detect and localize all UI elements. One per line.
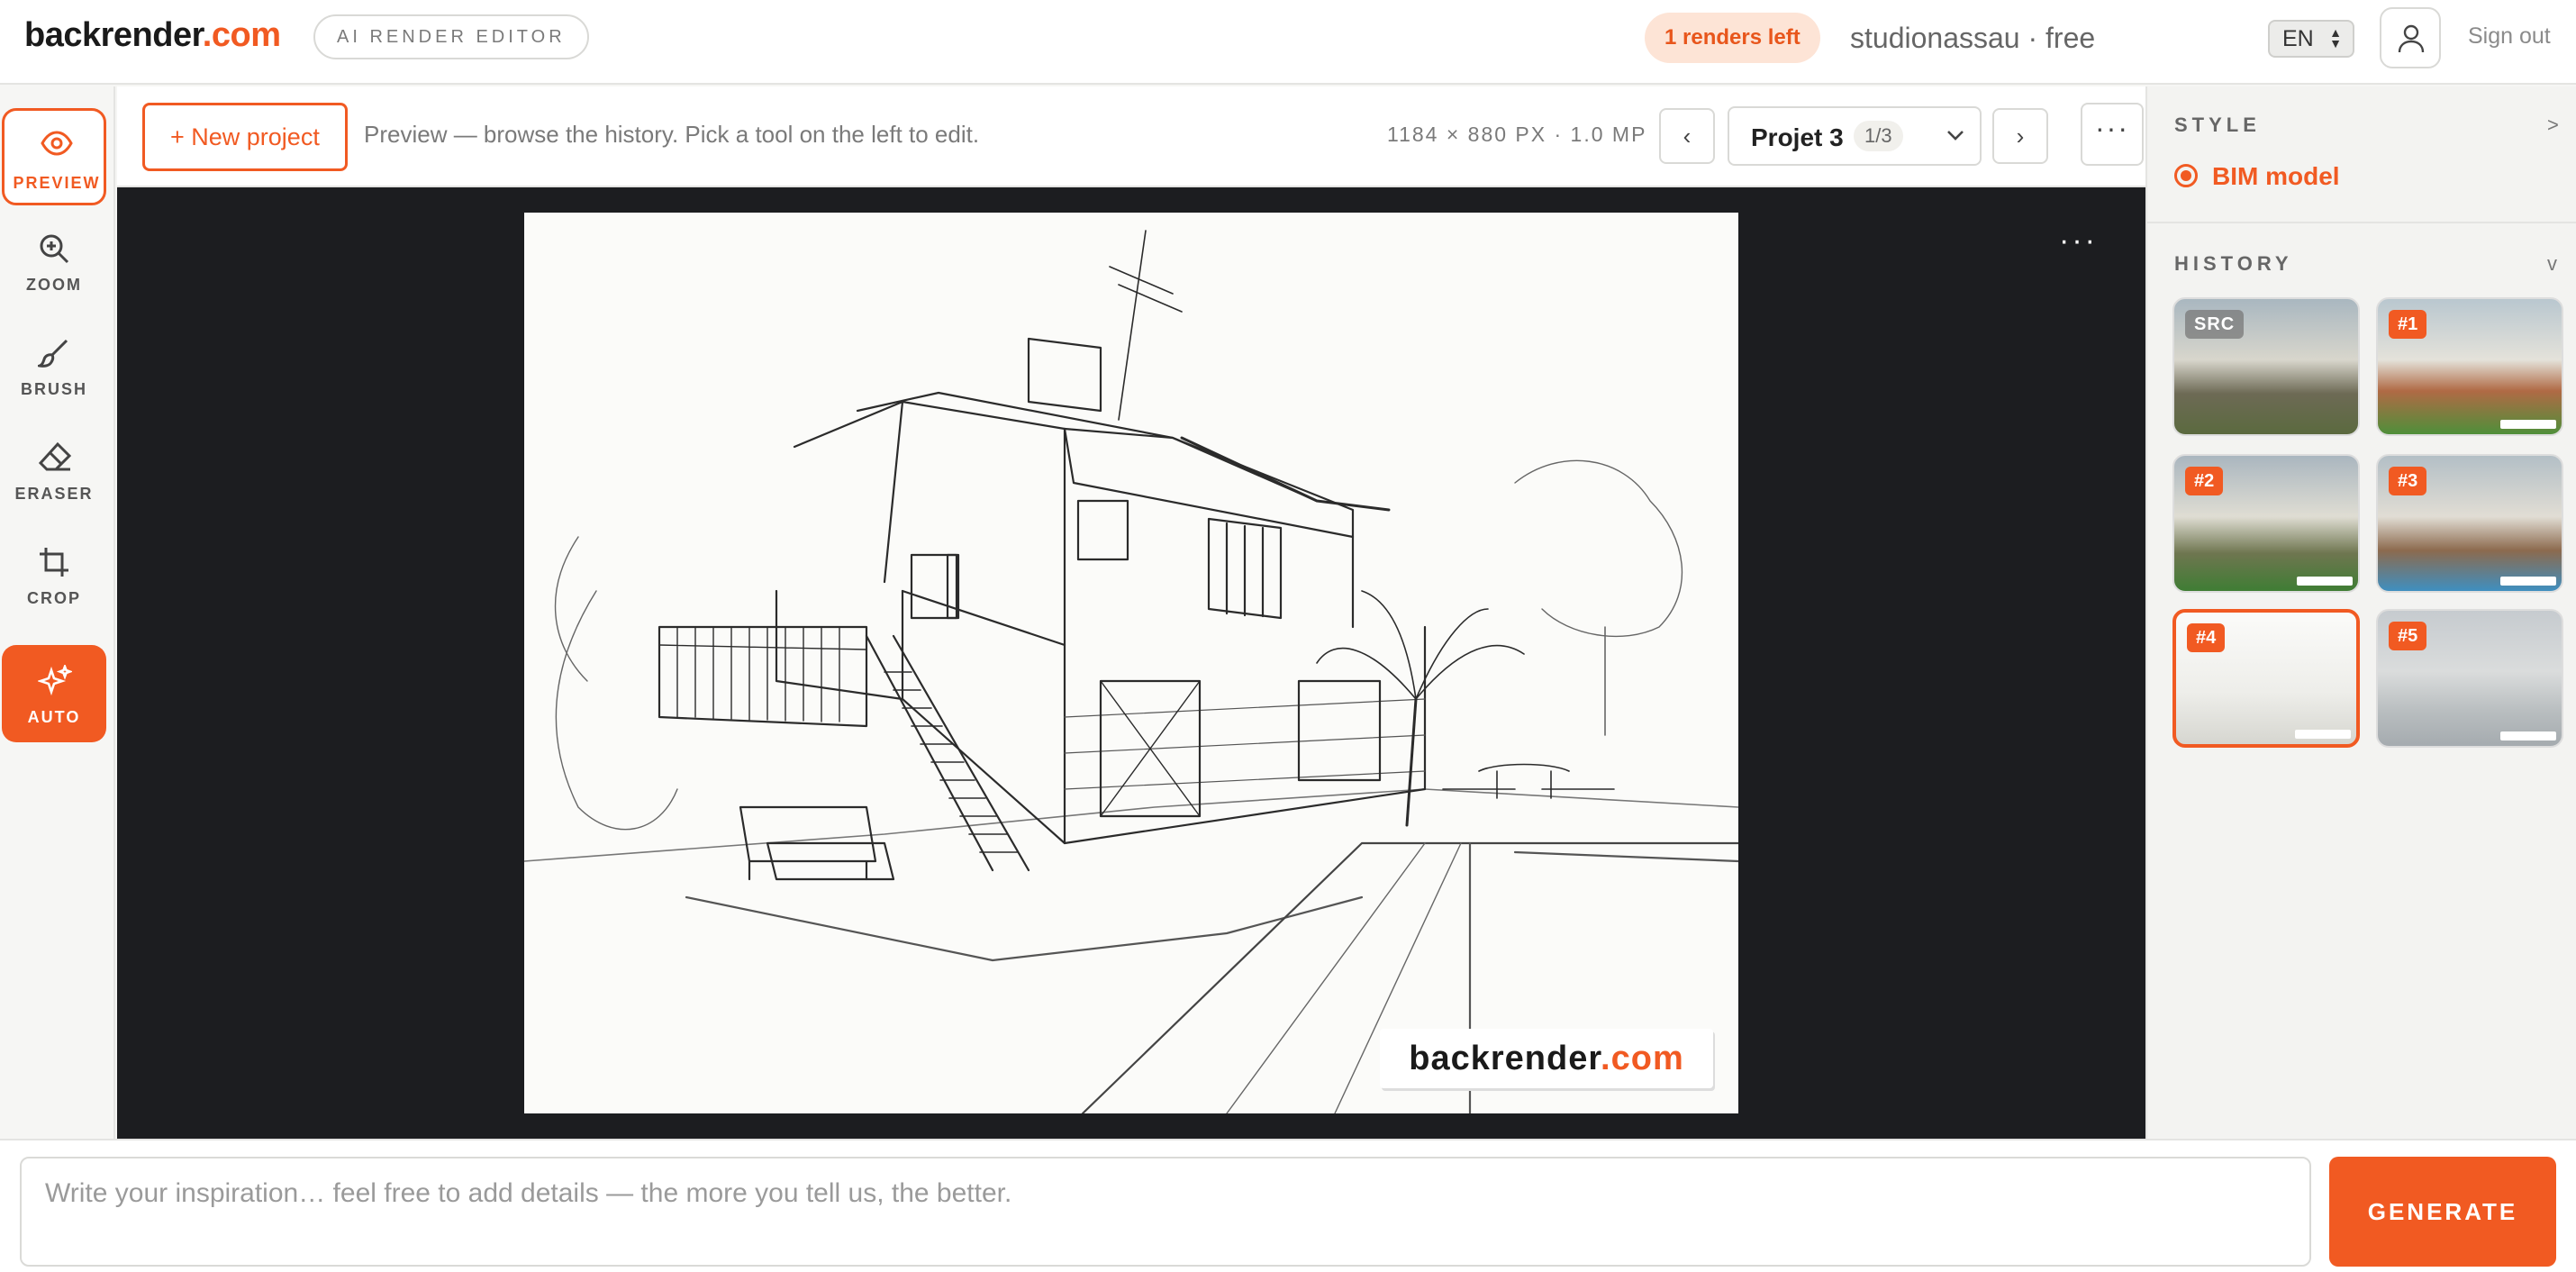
thumb-watermark	[2500, 577, 2556, 586]
language-value: EN	[2282, 26, 2314, 51]
crop-icon	[40, 548, 68, 577]
logo[interactable]: backrender.com	[24, 16, 281, 55]
tool-label: AUTO	[27, 708, 81, 726]
thumb-watermark	[2297, 577, 2353, 586]
zoom-in-icon	[40, 234, 69, 264]
history-section-title: HISTORY	[2174, 252, 2293, 275]
language-select[interactable]: EN ▲ ▼	[2268, 20, 2354, 58]
account-label: studionassau · free	[1850, 22, 2096, 54]
history-tag: SRC	[2185, 310, 2245, 339]
project-name: Projet 3	[1751, 123, 1844, 151]
history-tag: #3	[2389, 467, 2427, 495]
history-thumb-5[interactable]: #5	[2376, 609, 2563, 748]
canvas-more-button[interactable]: ···	[2059, 223, 2098, 259]
history-tag: #5	[2389, 622, 2427, 650]
expand-arrow-icon[interactable]: >	[2547, 114, 2559, 137]
image-dimensions: 1184 × 880 PX · 1.0 MP	[1387, 123, 1647, 146]
user-button[interactable]	[2380, 7, 2441, 68]
thumb-watermark	[2500, 731, 2556, 740]
project-count-badge: 1/3	[1854, 121, 1903, 151]
tool-label: ZOOM	[26, 276, 82, 294]
house-sketch	[524, 230, 1738, 1113]
chevron-down-icon	[1947, 131, 1964, 141]
tool-label: BRUSH	[20, 380, 87, 398]
divider	[2147, 222, 2576, 223]
tool-zoom[interactable]: ZOOM	[2, 213, 106, 310]
tool-label: CROP	[26, 589, 81, 607]
prompt-bar: GENERATE	[0, 1139, 2576, 1272]
collapse-arrow-icon[interactable]: v	[2547, 252, 2557, 276]
brush-icon	[38, 339, 68, 368]
thumb-watermark	[2500, 420, 2556, 429]
watermark-tld: .com	[1601, 1040, 1684, 1077]
tool-brush[interactable]: BRUSH	[2, 317, 106, 414]
editor-toolbar: + New project Preview — browse the histo…	[117, 86, 2145, 187]
mode-hint: Preview — browse the history. Pick a too…	[364, 121, 980, 148]
history-thumb-4-selected[interactable]: #4	[2172, 609, 2360, 748]
generate-button[interactable]: GENERATE	[2329, 1157, 2556, 1267]
style-section-title: STYLE	[2174, 114, 2261, 136]
history-thumb-3[interactable]: #3	[2376, 454, 2563, 593]
history-tag: #2	[2185, 467, 2224, 495]
eye-icon	[41, 131, 73, 156]
renders-left-badge: 1 renders left	[1645, 13, 1820, 63]
prev-project-button[interactable]: ‹	[1659, 108, 1715, 164]
eraser-icon	[38, 441, 72, 471]
tool-label: PREVIEW	[13, 174, 101, 192]
history-thumb-2[interactable]: #2	[2172, 454, 2360, 593]
user-icon	[2398, 24, 2425, 53]
watermark-main: backrender	[1409, 1040, 1601, 1077]
tool-label: ERASER	[14, 485, 94, 503]
right-panel: STYLE > BIM model HISTORY v SRC #1 #2 #3…	[2145, 86, 2576, 1139]
tool-eraser[interactable]: ERASER	[2, 422, 106, 519]
editor-label: AI RENDER EDITOR	[313, 14, 589, 59]
style-radio[interactable]	[2174, 164, 2198, 187]
render-image[interactable]	[524, 213, 1738, 1113]
tool-sidebar: PREVIEW ZOOM BRUSH ERASER CROP AUTO	[0, 86, 115, 1139]
history-tag: #1	[2389, 310, 2427, 339]
more-options-button[interactable]: ···	[2081, 103, 2144, 166]
history-tag: #4	[2187, 623, 2226, 652]
history-thumb-1[interactable]: #1	[2376, 297, 2563, 436]
tool-auto[interactable]: AUTO	[2, 645, 106, 742]
top-bar: backrender.com AI RENDER EDITOR 1 render…	[0, 0, 2576, 85]
logo-tld: .com	[202, 16, 281, 54]
sparkles-icon	[38, 665, 72, 696]
sign-out-link[interactable]: Sign out	[2468, 23, 2551, 50]
thumb-watermark	[2295, 730, 2351, 739]
prompt-input[interactable]	[20, 1157, 2311, 1267]
select-arrows-icon: ▲ ▼	[2329, 25, 2342, 50]
tool-crop[interactable]: CROP	[2, 526, 106, 623]
project-select[interactable]: Projet 3 1/3	[1728, 106, 1982, 166]
next-project-button[interactable]: ›	[1992, 108, 2048, 164]
watermark: backrender.com	[1380, 1029, 1713, 1088]
history-thumb-src[interactable]: SRC	[2172, 297, 2360, 436]
logo-main: backrender	[24, 16, 203, 54]
style-selected-label[interactable]: BIM model	[2212, 162, 2340, 191]
tool-preview[interactable]: PREVIEW	[2, 108, 106, 205]
new-project-button[interactable]: + New project	[142, 103, 348, 171]
